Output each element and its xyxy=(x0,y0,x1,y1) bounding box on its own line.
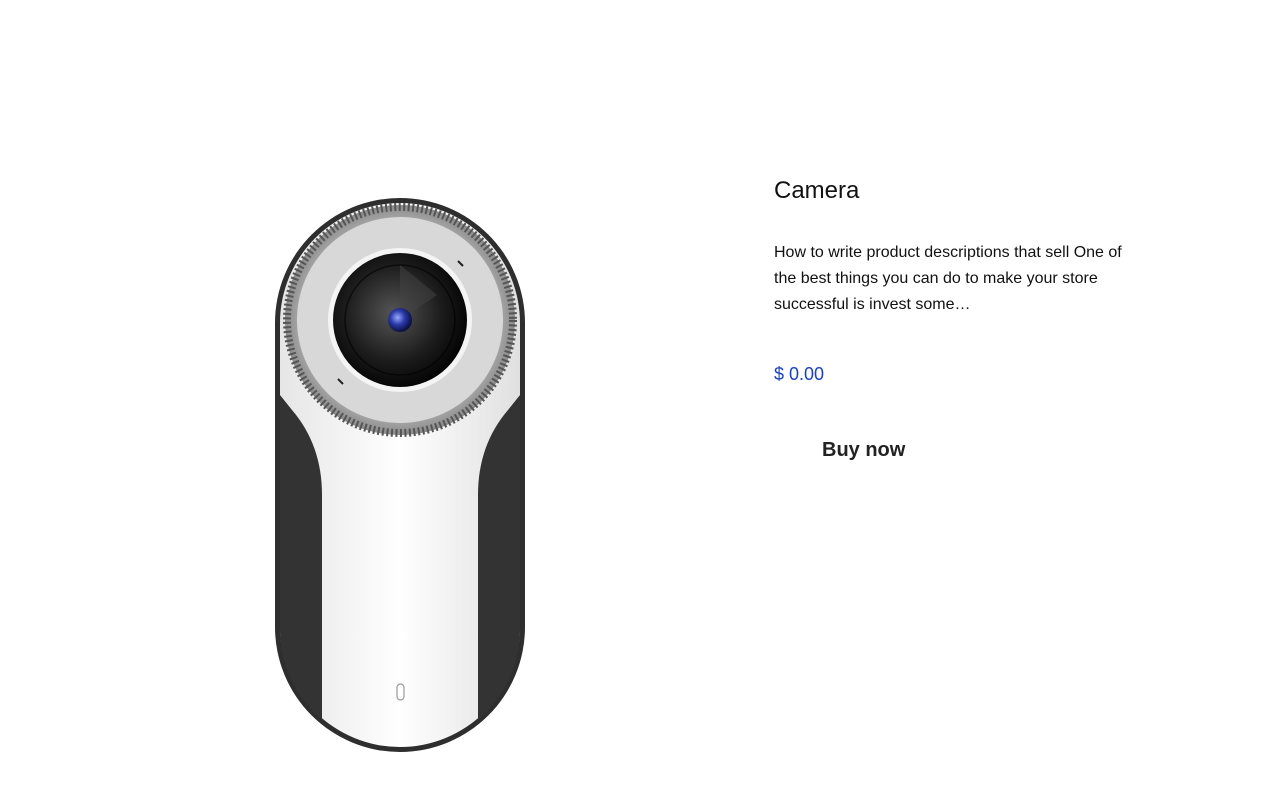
product-title: Camera xyxy=(774,177,860,204)
camera-icon xyxy=(275,198,525,752)
product-description: How to write product descriptions that s… xyxy=(774,244,1122,313)
product-info: Camera How to write product descriptions… xyxy=(774,175,1134,462)
product-image xyxy=(272,195,528,755)
buy-now-button[interactable]: Buy now xyxy=(822,439,905,462)
product-page: Camera How to write product descriptions… xyxy=(0,0,1265,810)
product-price: $ 0.00 xyxy=(774,364,825,384)
